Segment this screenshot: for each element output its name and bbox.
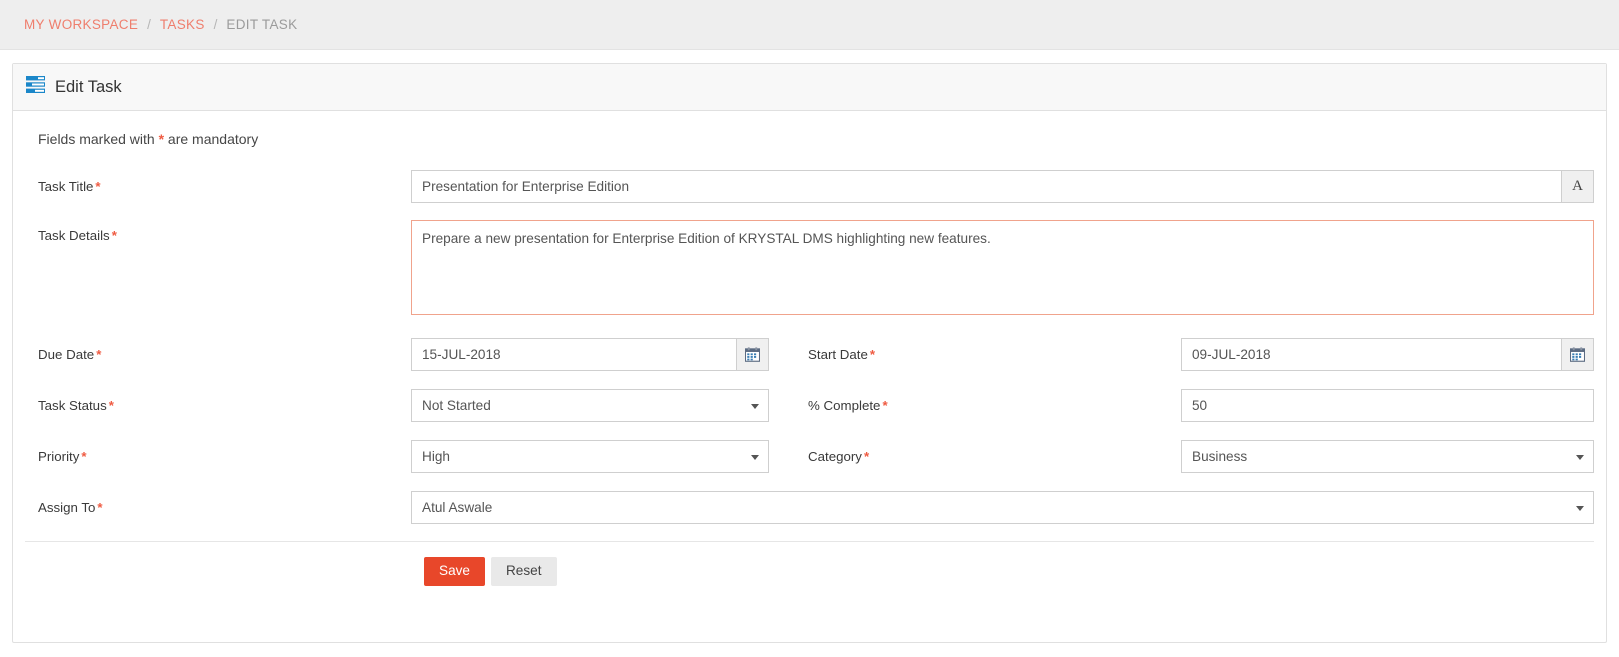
start-date-input-group bbox=[1181, 337, 1594, 371]
label-priority: Priority * bbox=[25, 449, 411, 464]
category-select[interactable]: Business bbox=[1181, 439, 1594, 473]
mandatory-note: Fields marked with * are mandatory bbox=[38, 131, 1594, 147]
label-start-date: Start Date * bbox=[795, 347, 1181, 362]
required-star: * bbox=[863, 448, 870, 464]
start-date-input[interactable] bbox=[1181, 337, 1561, 371]
label-category: Category * bbox=[795, 449, 1181, 464]
task-status-value: Not Started bbox=[422, 397, 491, 413]
breadcrumb-item-tasks[interactable]: TASKS bbox=[160, 17, 205, 32]
category-control: Business bbox=[1181, 439, 1594, 473]
category-value: Business bbox=[1192, 448, 1248, 464]
font-style-icon[interactable]: A bbox=[1561, 169, 1594, 203]
task-title-control: A bbox=[411, 169, 1594, 203]
breadcrumb-separator: / bbox=[213, 17, 218, 32]
label-task-status: Task Status * bbox=[25, 398, 411, 413]
label-due-date-text: Due Date bbox=[38, 346, 95, 362]
form-row-priority: Priority * High Category * Business bbox=[25, 439, 1594, 473]
page-title: Edit Task bbox=[55, 77, 122, 96]
required-star: * bbox=[108, 397, 114, 413]
required-star: * bbox=[882, 397, 888, 413]
due-date-input-group bbox=[411, 337, 769, 371]
calendar-icon[interactable] bbox=[736, 337, 769, 371]
form-row-dates: Due Date * 15-JUL-2018 Start Date * 09-J… bbox=[25, 337, 1594, 371]
form-row-task-title: Task Title* A bbox=[25, 169, 1594, 203]
task-title-input[interactable] bbox=[411, 169, 1561, 203]
task-list-icon bbox=[25, 74, 46, 100]
task-details-textarea[interactable]: Prepare a new presentation for Enterpris… bbox=[411, 220, 1594, 315]
required-star: * bbox=[869, 346, 876, 362]
task-title-input-group: A bbox=[411, 169, 1594, 203]
label-percent-complete: % Complete * bbox=[795, 398, 1181, 413]
priority-select[interactable]: High bbox=[411, 439, 769, 473]
priority-control: High bbox=[411, 439, 769, 473]
label-task-details-text: Task Details bbox=[38, 228, 110, 243]
required-star: * bbox=[97, 499, 103, 515]
required-star: * bbox=[96, 346, 102, 362]
label-assign-to-text: Assign To bbox=[38, 499, 96, 515]
label-start-date-text: Start Date bbox=[808, 346, 868, 362]
priority-value: High bbox=[422, 448, 450, 464]
addon-a-label: A bbox=[1572, 177, 1583, 194]
reset-button[interactable]: Reset bbox=[490, 557, 557, 586]
required-star: * bbox=[111, 228, 117, 243]
form-row-assign-to: Assign To * Atul Aswale bbox=[25, 490, 1594, 524]
assign-to-select[interactable]: Atul Aswale bbox=[411, 490, 1594, 524]
edit-task-panel: Edit Task Fields marked with * are manda… bbox=[12, 63, 1607, 643]
form-row-status: Task Status * Not Started % Complete * bbox=[25, 388, 1594, 422]
task-status-control: Not Started bbox=[411, 388, 769, 422]
required-star: * bbox=[95, 178, 101, 194]
breadcrumb: MY WORKSPACE / TASKS / EDIT TASK bbox=[0, 0, 1619, 50]
label-priority-text: Priority bbox=[38, 448, 80, 464]
breadcrumb-item-my-workspace[interactable]: MY WORKSPACE bbox=[24, 17, 138, 32]
start-date-control bbox=[1181, 337, 1594, 371]
label-category-text: Category bbox=[808, 448, 862, 464]
form-body: Fields marked with * are mandatory Task … bbox=[13, 111, 1606, 586]
chevron-down-icon bbox=[751, 454, 759, 460]
label-task-title: Task Title * bbox=[25, 179, 411, 194]
breadcrumb-item-edit-task: EDIT TASK bbox=[226, 17, 298, 32]
breadcrumb-separator: / bbox=[147, 17, 151, 32]
assign-to-control: Atul Aswale bbox=[411, 490, 1594, 524]
label-assign-to: Assign To * bbox=[25, 500, 411, 515]
form-row-task-details: Task Details * Prepare a new presentation… bbox=[25, 220, 1594, 320]
required-star: * bbox=[81, 448, 87, 464]
mandatory-note-pre: Fields marked with bbox=[38, 131, 159, 147]
chevron-down-icon bbox=[1576, 454, 1584, 460]
percent-complete-input[interactable] bbox=[1181, 388, 1594, 422]
label-task-status-text: Task Status bbox=[38, 397, 107, 413]
chevron-down-icon bbox=[751, 403, 759, 409]
percent-complete-control bbox=[1181, 388, 1594, 422]
due-date-control bbox=[411, 337, 769, 371]
assign-to-value: Atul Aswale bbox=[422, 499, 493, 515]
panel-header: Edit Task bbox=[13, 64, 1606, 111]
label-task-title-text: Task Title bbox=[38, 178, 94, 194]
mandatory-note-post: are mandatory bbox=[164, 131, 259, 147]
task-status-select[interactable]: Not Started bbox=[411, 388, 769, 422]
due-date-input[interactable] bbox=[411, 337, 736, 371]
save-button[interactable]: Save bbox=[424, 557, 485, 586]
label-percent-complete-text: % Complete bbox=[808, 397, 881, 413]
label-due-date: Due Date * bbox=[25, 347, 411, 362]
chevron-down-icon bbox=[1576, 505, 1584, 511]
task-details-control: Prepare a new presentation for Enterpris… bbox=[411, 220, 1594, 320]
calendar-icon[interactable] bbox=[1561, 337, 1594, 371]
label-task-details: Task Details * bbox=[25, 220, 411, 243]
form-actions: Save Reset bbox=[25, 542, 1594, 586]
